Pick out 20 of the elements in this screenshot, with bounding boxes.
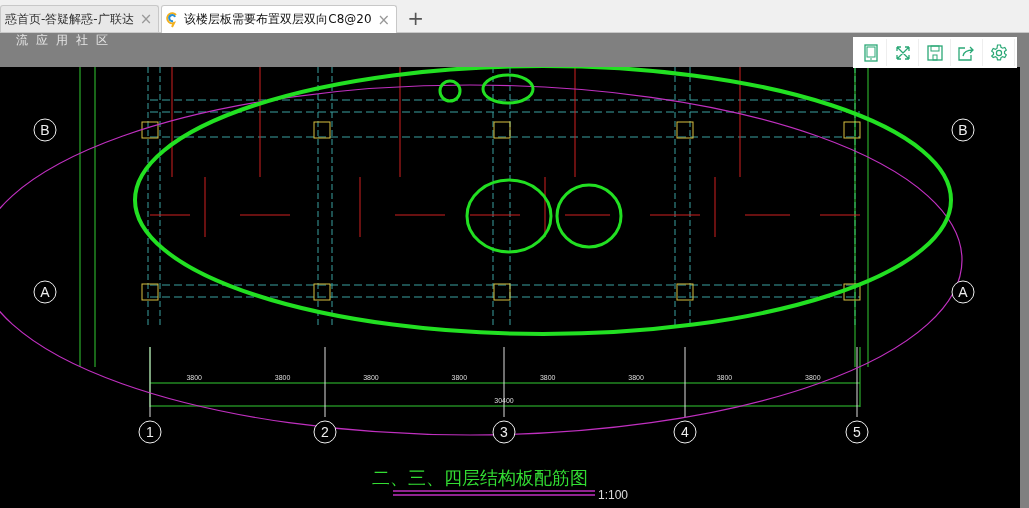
new-tab-button[interactable]: + [399,6,432,32]
axis-bubble: B [33,118,57,142]
tab-title: 该楼层板需要布置双层双向C8@20 [184,11,372,28]
axis-bubble: 5 [845,420,869,444]
scale-label: 1:100 [598,488,629,502]
axis-bubble: 4 [673,420,697,444]
browser-tab[interactable]: 该楼层板需要布置双层双向C8@20 × [161,5,398,33]
axis-bubble: 1 [138,420,162,444]
logo-icon [166,11,179,28]
axis-bubble: A [33,280,57,304]
highlight-circle [438,79,462,103]
browser-tab[interactable]: 惑首页-答疑解惑-广联达 × [0,5,160,32]
axis-bubble: B [951,118,975,142]
tab-title: 惑首页-答疑解惑-广联达 [5,10,134,28]
page-header-text: 流应用社区 [16,33,116,47]
axis-bubble: 3 [492,420,516,444]
axis-bubble: A [951,280,975,304]
drawing-title: 二、三、四层结构板配筋图 [372,467,588,488]
axis-bubble: 2 [313,420,337,444]
highlight-circle [555,183,623,249]
